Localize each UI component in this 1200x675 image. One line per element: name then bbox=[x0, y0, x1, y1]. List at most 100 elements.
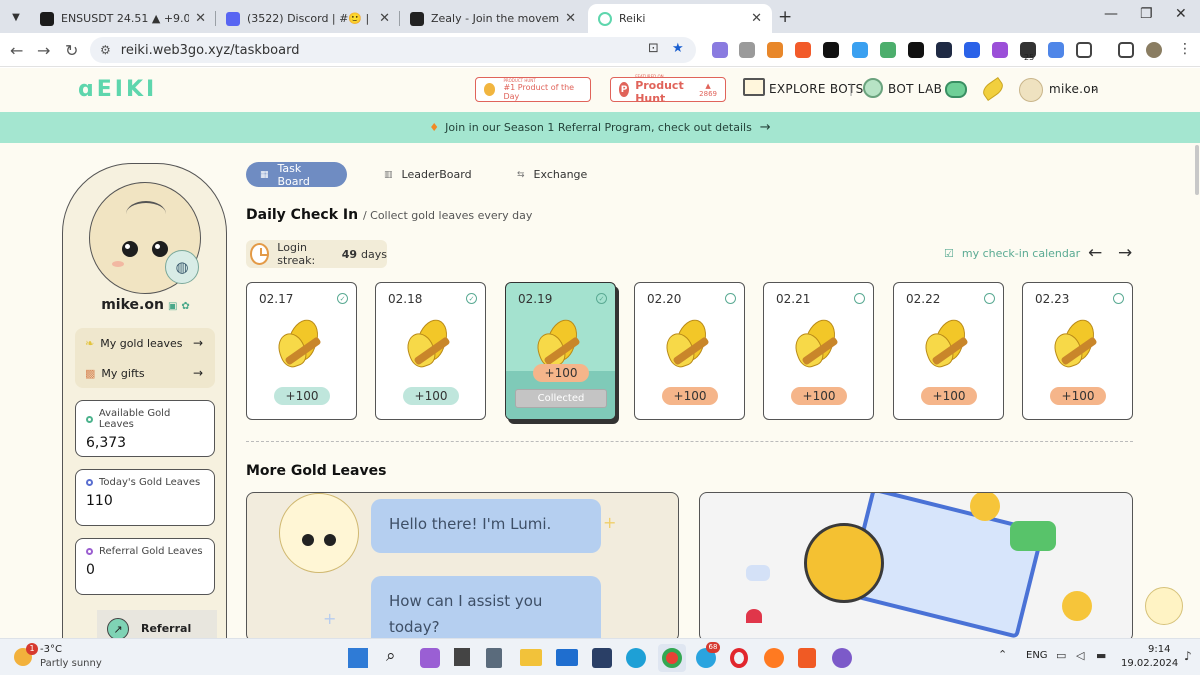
check-in-calendar-link[interactable]: ☑ my check-in calendar bbox=[944, 247, 1080, 260]
day-card: 02.17 ✓ +100 bbox=[246, 282, 357, 420]
chrome-icon[interactable] bbox=[662, 648, 682, 668]
extension-icon[interactable] bbox=[739, 42, 755, 58]
reload-icon[interactable]: ↻ bbox=[65, 41, 78, 60]
extension-icon[interactable] bbox=[908, 42, 924, 58]
copilot-icon[interactable] bbox=[420, 648, 440, 668]
extension-icon[interactable] bbox=[880, 42, 896, 58]
battery-icon[interactable]: ▬ bbox=[1096, 649, 1106, 662]
product-hunt-badge[interactable]: P FEATURED ON Product Hunt ▲ 2869 bbox=[610, 74, 726, 105]
chevron-up-icon[interactable]: ⌃ bbox=[998, 648, 1007, 661]
browser-tab[interactable]: ENSUSDT 24.51 ▲ +9.08% Без ✕ bbox=[30, 4, 216, 33]
promo-illustration-panel[interactable] bbox=[699, 492, 1133, 638]
windows-start-icon[interactable] bbox=[348, 648, 368, 668]
url-text[interactable]: reiki.web3go.xyz/taskboard bbox=[121, 43, 300, 58]
arrow-left-icon[interactable]: ← bbox=[1088, 243, 1102, 263]
tab-task-board[interactable]: ▦ Task Board bbox=[246, 162, 347, 188]
close-tab-icon[interactable]: ✕ bbox=[379, 11, 390, 26]
page-scrollbar[interactable] bbox=[1195, 145, 1199, 195]
firefox-icon[interactable] bbox=[764, 648, 784, 668]
restore-icon[interactable]: ❐ bbox=[1140, 6, 1153, 22]
chat-bubble-icon bbox=[1010, 521, 1056, 551]
copy-icon[interactable]: ▣ bbox=[168, 301, 177, 312]
reiki-logo[interactable]: ɑEIKI bbox=[78, 77, 157, 102]
extension-icon[interactable] bbox=[712, 42, 728, 58]
collected-button[interactable]: Collected bbox=[515, 389, 607, 408]
forward-icon[interactable]: → bbox=[37, 41, 50, 60]
store-icon[interactable] bbox=[592, 648, 612, 668]
page-content: ◍ mike.on ▣ ✿ ❧ My gold leaves → ▩ My gift… bbox=[0, 143, 1200, 638]
extension-icon[interactable] bbox=[823, 42, 839, 58]
referral-banner-text[interactable]: Join in our Season 1 Referral Program, c… bbox=[445, 121, 752, 134]
referral-section[interactable]: ↗ Referral bbox=[97, 610, 217, 638]
volume-icon[interactable]: ◁ bbox=[1076, 649, 1084, 662]
notifications-bell-icon[interactable]: ♪ bbox=[1184, 649, 1192, 663]
todays-gold-leaves-value: 110 bbox=[86, 493, 113, 509]
chevron-down-icon[interactable]: ⌄ bbox=[1090, 83, 1099, 94]
bot-lab-link[interactable]: BOT LAB bbox=[888, 82, 942, 96]
chat-icon[interactable] bbox=[945, 81, 967, 98]
close-tab-icon[interactable]: ✕ bbox=[751, 11, 762, 26]
brave-icon[interactable] bbox=[798, 648, 816, 668]
arrow-right-icon[interactable]: → bbox=[1118, 243, 1132, 263]
language-indicator[interactable]: ENG bbox=[1026, 650, 1048, 661]
task-view-icon[interactable] bbox=[454, 648, 470, 666]
user-avatar[interactable] bbox=[1019, 78, 1043, 102]
extension-icon[interactable] bbox=[936, 42, 952, 58]
book-icon bbox=[743, 78, 765, 96]
product-of-day-badge[interactable]: PRODUCT HUNT #1 Product of the Day bbox=[475, 77, 591, 102]
clock-time[interactable]: 9:14 bbox=[1148, 644, 1170, 655]
close-window-icon[interactable]: ✕ bbox=[1175, 6, 1187, 22]
bar-chart-icon: ▥ bbox=[384, 169, 393, 180]
browser-menu-icon[interactable]: ⋮ bbox=[1178, 41, 1192, 57]
extensions-puzzle-icon[interactable] bbox=[1076, 42, 1092, 58]
settings-icon[interactable]: ✿ bbox=[181, 301, 189, 312]
product-hunt-icon: P bbox=[619, 82, 630, 97]
weather-temp[interactable]: -3°C bbox=[40, 644, 62, 655]
gold-leaf-icon[interactable] bbox=[979, 76, 1007, 102]
lumi-chat-panel[interactable]: Hello there! I'm Lumi. How can I assist … bbox=[246, 492, 679, 638]
profile-name: mike.on ▣ ✿ bbox=[101, 297, 190, 313]
calculator-icon[interactable] bbox=[486, 648, 502, 668]
back-icon[interactable]: ← bbox=[10, 41, 23, 60]
metamask-icon[interactable] bbox=[767, 42, 783, 58]
tab-exchange[interactable]: ⇆ Exchange bbox=[503, 162, 601, 187]
mail-icon[interactable] bbox=[556, 649, 578, 666]
minimize-icon[interactable]: — bbox=[1104, 6, 1118, 22]
referral-gold-leaves-card: Referral Gold Leaves 0 bbox=[75, 538, 215, 595]
clock-date[interactable]: 19.02.2024 bbox=[1121, 658, 1178, 669]
close-tab-icon[interactable]: ✕ bbox=[565, 11, 576, 26]
browser-tab[interactable]: Zealy - Join the movement ✕ bbox=[400, 4, 586, 33]
profile-avatar[interactable] bbox=[1146, 42, 1162, 58]
tab-search-chevron-icon[interactable]: ▼ bbox=[6, 7, 26, 27]
network-icon[interactable]: ▭ bbox=[1056, 649, 1066, 662]
extension-icon[interactable] bbox=[964, 42, 980, 58]
gold-leaf-icon: ❧ bbox=[85, 336, 95, 350]
my-gifts-link[interactable]: ▩ My gifts → bbox=[75, 358, 215, 388]
opera-icon[interactable] bbox=[730, 648, 748, 668]
browser-tab[interactable]: (3522) Discord | #🙂 | gm-gn | ✕ bbox=[216, 4, 400, 33]
new-tab-button[interactable]: + bbox=[778, 7, 792, 27]
address-bar[interactable]: ⚙ reiki.web3go.xyz/taskboard ⊡ ★ bbox=[90, 37, 696, 63]
extension-icon[interactable] bbox=[1048, 42, 1064, 58]
close-tab-icon[interactable]: ✕ bbox=[195, 11, 206, 26]
edge-icon[interactable] bbox=[626, 648, 646, 668]
install-app-icon[interactable]: ⊡ bbox=[648, 41, 659, 56]
tab-leaderboard[interactable]: ▥ LeaderBoard bbox=[370, 162, 486, 187]
bookmark-star-icon[interactable]: ★ bbox=[672, 41, 684, 56]
lumi-assistant-button[interactable] bbox=[1145, 587, 1183, 625]
browser-tab-active[interactable]: Reiki ✕ bbox=[588, 4, 772, 33]
empty-circle-icon bbox=[725, 293, 736, 304]
site-info-icon[interactable]: ⚙ bbox=[100, 43, 111, 57]
search-icon[interactable]: ⌕ bbox=[386, 646, 396, 666]
extension-icon[interactable] bbox=[795, 42, 811, 58]
viber-icon[interactable] bbox=[832, 648, 852, 668]
globe-icon[interactable]: ◍ bbox=[165, 250, 199, 284]
extension-icon[interactable] bbox=[992, 42, 1008, 58]
file-explorer-icon[interactable] bbox=[520, 649, 542, 666]
side-panel-icon[interactable] bbox=[1118, 42, 1134, 58]
arrow-right-icon[interactable]: → bbox=[760, 120, 771, 135]
weather-desc[interactable]: Partly sunny bbox=[40, 658, 102, 669]
my-gold-leaves-link[interactable]: ❧ My gold leaves → bbox=[75, 328, 215, 358]
extension-icon[interactable] bbox=[852, 42, 868, 58]
referral-banner[interactable]: ♦ Join in our Season 1 Referral Program,… bbox=[0, 112, 1200, 143]
